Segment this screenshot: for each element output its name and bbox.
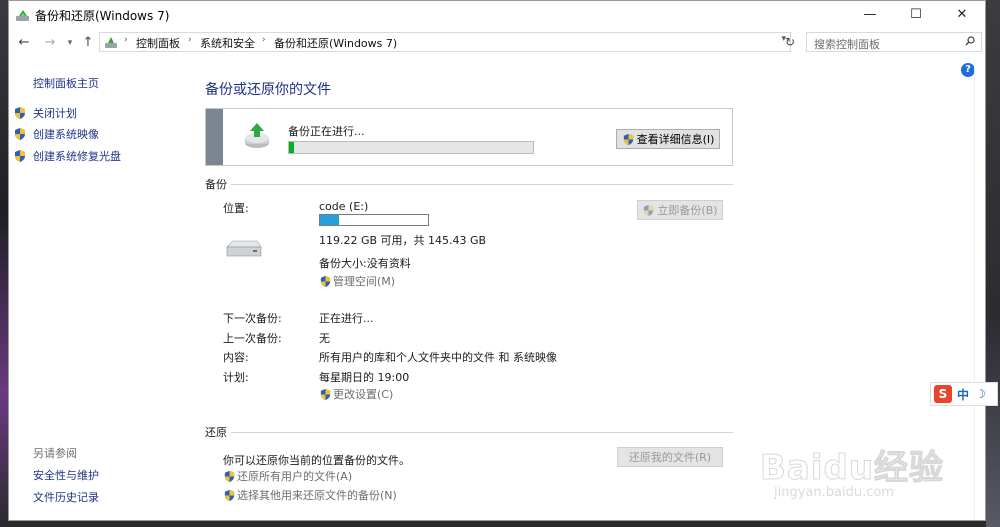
search-input[interactable]: 搜索控制面板 (806, 32, 982, 52)
shield-icon (224, 470, 235, 482)
sidebar-item-create-repair-disc[interactable]: 创建系统修复光盘 (13, 148, 121, 164)
minimize-button[interactable]: — (847, 1, 893, 29)
drive-name: code (E:) (319, 200, 369, 213)
maximize-button[interactable]: ☐ (893, 1, 939, 29)
search-placeholder: 搜索控制面板 (814, 38, 880, 51)
backup-size-text: 备份大小:没有资料 (319, 257, 411, 270)
schedule-label: 计划: (223, 371, 249, 384)
backup-in-progress-icon (245, 123, 269, 148)
last-backup-label: 上一次备份: (223, 332, 282, 345)
divider (974, 59, 975, 519)
sidebar-item-turn-off-schedule[interactable]: 关闭计划 (13, 105, 77, 121)
progress-panel-stripe (206, 109, 223, 165)
drive-capacity-bar (319, 214, 429, 226)
next-backup-value: 正在进行... (319, 312, 374, 325)
manage-space-link[interactable]: 管理空间(M) (319, 273, 395, 289)
shield-icon (320, 388, 331, 400)
breadcrumb-backup-restore[interactable]: 备份和还原(Windows 7) (274, 35, 397, 51)
backup-progress-panel: 备份正在进行... 查看详细信息(I) (205, 108, 733, 166)
restore-my-files-label: 还原我的文件(R) (628, 451, 712, 464)
sidebar-item-label: 创建系统修复光盘 (33, 150, 121, 163)
help-icon[interactable]: ? (961, 63, 975, 77)
location-label: 位置: (223, 202, 249, 215)
desktop-right-edge (986, 0, 1000, 527)
shield-icon (15, 107, 25, 119)
backup-status-text: 备份正在进行... (288, 125, 365, 138)
manage-space-label: 管理空间(M) (333, 275, 396, 288)
free-space-text: 119.22 GB 可用，共 145.43 GB (319, 234, 487, 247)
title-bar: 备份和还原(Windows 7) — ☐ ✕ (9, 1, 985, 29)
ime-indicator[interactable]: S 中 ☽ (930, 382, 998, 406)
shield-icon (224, 489, 235, 501)
restore-all-users-label: 还原所有用户的文件(A) (237, 470, 353, 483)
view-details-button[interactable]: 查看详细信息(I) (616, 129, 720, 149)
backup-restore-window: 备份和还原(Windows 7) — ☐ ✕ ← → ▾ ↑ › 控制面板 › … (8, 0, 986, 521)
desktop-left-edge (0, 0, 8, 527)
control-panel-icon (105, 37, 117, 48)
shield-icon (320, 275, 331, 287)
recent-locations-chevron-icon[interactable]: ▾ (61, 33, 79, 53)
address-bar[interactable]: › 控制面板 › 系统和安全 › 备份和还原(Windows 7) ▾ (99, 32, 791, 52)
control-panel-home-link[interactable]: 控制面板主页 (33, 75, 99, 91)
file-history-link[interactable]: 文件历史记录 (33, 489, 99, 505)
sidebar-item-label: 创建系统映像 (33, 128, 99, 141)
select-other-backup-label: 选择其他用来还原文件的备份(N) (237, 489, 397, 502)
backup-app-icon (16, 10, 29, 21)
breadcrumb-control-panel[interactable]: 控制面板 (136, 35, 180, 51)
refresh-icon[interactable]: ↻ (781, 33, 799, 51)
window-title: 备份和还原(Windows 7) (35, 9, 170, 23)
navigation-bar: ← → ▾ ↑ › 控制面板 › 系统和安全 › 备份和还原(Windows 7… (9, 31, 985, 55)
left-pane: 控制面板主页 关闭计划 创建系统映像 创建系统修复光盘 另请参阅 安全性与维护 … (9, 59, 189, 519)
close-button[interactable]: ✕ (939, 1, 985, 29)
breadcrumb-separator-icon: › (262, 35, 266, 45)
breadcrumb-system-security[interactable]: 系统和安全 (200, 35, 255, 51)
schedule-value: 每星期日的 19:00 (319, 371, 410, 384)
hard-drive-icon (226, 240, 262, 257)
sidebar-item-label: 关闭计划 (33, 107, 77, 120)
up-arrow-icon[interactable]: ↑ (79, 33, 97, 53)
backup-progress-bar (288, 141, 534, 154)
view-details-label: 查看详细信息(I) (636, 133, 715, 146)
breadcrumb-separator-icon: › (188, 35, 192, 45)
restore-all-users-link[interactable]: 还原所有用户的文件(A) (223, 468, 352, 484)
restore-my-files-button[interactable]: 还原我的文件(R) (617, 447, 723, 467)
back-arrow-icon[interactable]: ← (15, 33, 33, 53)
moon-icon: ☽ (975, 387, 986, 401)
restore-description: 你可以还原你当前的位置备份的文件。 (223, 454, 410, 467)
breadcrumb-separator-icon: › (124, 35, 128, 45)
change-settings-label: 更改设置(C) (333, 388, 394, 401)
last-backup-value: 无 (319, 332, 330, 345)
sidebar-item-create-system-image[interactable]: 创建系统映像 (13, 126, 99, 142)
contents-value: 所有用户的库和个人文件夹中的文件 和 系统映像 (319, 351, 557, 364)
backup-now-button[interactable]: 立即备份(B) (637, 200, 723, 220)
contents-label: 内容: (223, 351, 249, 364)
drive-capacity-fill (320, 215, 340, 225)
security-maintenance-link[interactable]: 安全性与维护 (33, 467, 99, 483)
select-other-backup-link[interactable]: 选择其他用来还原文件的备份(N) (223, 487, 397, 503)
section-divider (231, 184, 733, 185)
section-divider (231, 432, 733, 433)
ime-language: 中 (957, 387, 970, 402)
shield-icon (15, 150, 25, 162)
backup-now-label: 立即备份(B) (657, 204, 718, 217)
sogou-logo-icon: S (934, 385, 952, 403)
forward-arrow-icon[interactable]: → (41, 33, 59, 53)
shield-icon (644, 204, 654, 216)
backup-progress-fill (289, 142, 294, 153)
see-also-heading: 另请参阅 (33, 447, 77, 460)
page-title: 备份或还原你的文件 (205, 82, 331, 98)
backup-section-heading: 备份 (205, 178, 227, 191)
shield-icon (623, 133, 633, 145)
search-icon[interactable] (965, 36, 975, 46)
next-backup-label: 下一次备份: (223, 312, 282, 325)
change-settings-link[interactable]: 更改设置(C) (319, 386, 393, 402)
shield-icon (15, 128, 25, 140)
restore-section-heading: 还原 (205, 426, 227, 439)
